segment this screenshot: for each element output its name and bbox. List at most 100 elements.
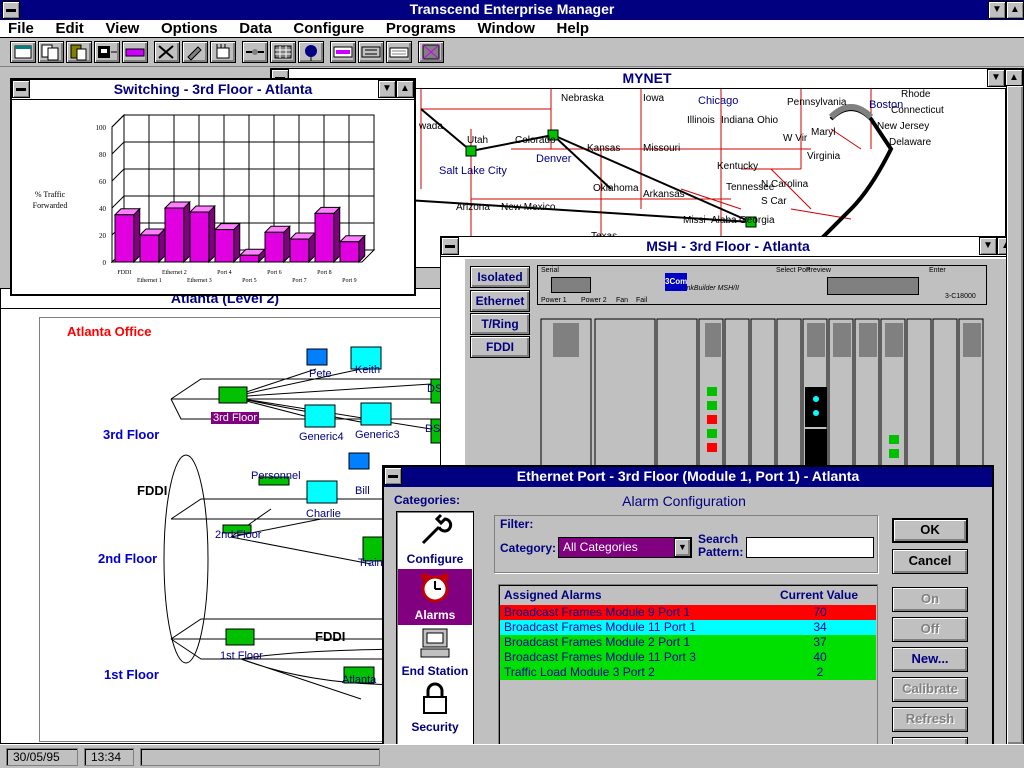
menu-options[interactable]: Options (161, 20, 218, 37)
alarm-row[interactable]: Traffic Load Module 3 Port 2 2 (500, 665, 876, 680)
status-time: 13:34 (84, 748, 134, 766)
menu-programs[interactable]: Programs (386, 20, 456, 37)
maximize-icon[interactable]: ▲ (1006, 1, 1024, 19)
new-window-icon[interactable] (10, 41, 36, 63)
tab-fddi[interactable]: FDDI (470, 336, 530, 358)
keyboard-icon[interactable] (386, 41, 412, 63)
state-label: S Car (761, 196, 787, 207)
node-label[interactable]: Generic3 (355, 429, 400, 441)
system-menu-icon[interactable]: ▬ (441, 237, 459, 255)
off-button[interactable]: Off (892, 617, 968, 642)
grid-icon[interactable] (270, 41, 296, 63)
cancel-button[interactable]: Cancel (892, 549, 968, 574)
alarm-row[interactable]: Broadcast Frames Module 11 Port 3 40 (500, 650, 876, 665)
system-menu-icon[interactable]: ▬ (384, 467, 402, 485)
calibrate-button[interactable]: Calibrate (892, 677, 968, 702)
alarm-row[interactable]: Broadcast Frames Module 11 Port 1 34 (500, 620, 876, 635)
on-button[interactable]: On (892, 587, 968, 612)
state-label: Illinois (687, 115, 715, 126)
alarm-rows: Broadcast Frames Module 9 Port 1 70 Broadc… (500, 605, 876, 680)
app-title: Transcend Enterprise Manager (409, 1, 615, 17)
alarm-row[interactable]: Broadcast Frames Module 2 Port 1 37 (500, 635, 876, 650)
copy-icon[interactable] (38, 41, 64, 63)
tab-isolated[interactable]: Isolated (470, 266, 530, 288)
x-tick-label: Port 4 (217, 270, 232, 276)
system-menu-icon[interactable]: ▬ (2, 1, 20, 19)
connect-icon[interactable] (242, 41, 268, 63)
node-label[interactable]: Train (358, 557, 383, 569)
menu-file[interactable]: File (8, 20, 34, 37)
node-label[interactable]: Personnel (251, 470, 301, 482)
menu-help[interactable]: Help (557, 20, 590, 37)
x-tick-label: Port 5 (242, 278, 257, 284)
balloon-icon[interactable] (298, 41, 324, 63)
category-security[interactable]: Security (398, 681, 472, 737)
alarm-value: 37 (813, 635, 827, 649)
category-alarms[interactable]: Alarms (398, 569, 472, 625)
menu-view[interactable]: View (105, 20, 139, 37)
panel-icon[interactable] (330, 41, 356, 63)
minimize-icon[interactable]: ▼ (987, 69, 1005, 87)
serial-port (551, 277, 591, 293)
state-label: Indiana (721, 115, 754, 126)
dropdown-arrow-icon[interactable]: ▼ (674, 538, 691, 557)
alarm-row[interactable]: Broadcast Frames Module 9 Port 1 70 (500, 605, 876, 620)
y-tick-label: 100 (96, 124, 107, 132)
menu-data[interactable]: Data (239, 20, 272, 37)
maximize-icon[interactable]: ▲ (396, 80, 414, 98)
minimize-icon[interactable]: ▼ (979, 237, 997, 255)
x-tick-label: Ethernet 1 (137, 278, 162, 284)
node-label[interactable]: Charlie (306, 508, 341, 520)
dialog-title: Ethernet Port - 3rd Floor (Module 1, Por… (516, 468, 860, 484)
category-end-station[interactable]: End Station (398, 625, 472, 681)
minimize-icon[interactable]: ▼ (378, 80, 396, 98)
chassis-modules (540, 318, 984, 467)
state-label: Ohio (757, 115, 779, 126)
category-configure[interactable]: Configure (398, 513, 472, 569)
dialog-heading: Alarm Configuration (622, 493, 746, 509)
main-scrollbar[interactable] (1006, 85, 1024, 745)
new-button[interactable]: New... (892, 647, 968, 672)
state-label: New Jersey (877, 121, 930, 132)
node-label[interactable]: 1st Floor (220, 650, 263, 662)
panel-label: LinkBuilder MSH/II (681, 285, 739, 292)
lock-icon (423, 682, 447, 714)
tab-token-ring[interactable]: T/Ring (470, 313, 530, 335)
node-label[interactable]: Generic4 (299, 431, 344, 443)
bar (264, 231, 285, 263)
node-label[interactable]: Pete (309, 368, 332, 380)
bar (314, 212, 335, 263)
ok-button[interactable]: OK (892, 518, 968, 543)
system-menu-icon[interactable]: ▬ (12, 80, 30, 98)
edit-tools-icon[interactable] (182, 41, 208, 63)
tools-icon[interactable] (154, 41, 180, 63)
bar-side (183, 200, 191, 264)
device-icon[interactable] (94, 41, 120, 63)
pattern-icon[interactable] (418, 41, 444, 63)
node-label[interactable]: 2nd Floor (215, 529, 261, 541)
panel-label: Serial (541, 267, 559, 274)
paste-icon[interactable] (66, 41, 92, 63)
hand-icon[interactable] (210, 41, 236, 63)
bar (114, 214, 135, 263)
alarm-dialog[interactable]: ▬ Ethernet Port - 3rd Floor (Module 1, P… (382, 465, 994, 768)
tab-ethernet[interactable]: Ethernet (470, 290, 530, 312)
menu-edit[interactable]: Edit (55, 20, 83, 37)
node-label[interactable]: Atlanta (342, 674, 376, 686)
category-select[interactable]: All Categories ▼ (558, 537, 692, 558)
category-label: Alarms (414, 608, 456, 622)
link-icon[interactable] (122, 41, 148, 63)
node-label[interactable]: Bill (355, 485, 370, 497)
menu-window[interactable]: Window (478, 20, 535, 37)
switching-window[interactable]: ▬ Switching - 3rd Floor - Atlanta ▼ ▲ 10… (10, 78, 416, 296)
module-icon[interactable] (358, 41, 384, 63)
state-label: Kentucky (717, 161, 759, 172)
menu-configure[interactable]: Configure (293, 20, 364, 37)
refresh-button[interactable]: Refresh (892, 707, 968, 732)
minimize-icon[interactable]: ▼ (988, 1, 1006, 19)
bar (339, 241, 360, 263)
node-label[interactable]: DS (425, 423, 440, 435)
search-pattern-input[interactable] (746, 537, 874, 558)
node-label-selected[interactable]: 3rd Floor (211, 412, 260, 424)
node-label[interactable]: Keith (355, 364, 380, 376)
